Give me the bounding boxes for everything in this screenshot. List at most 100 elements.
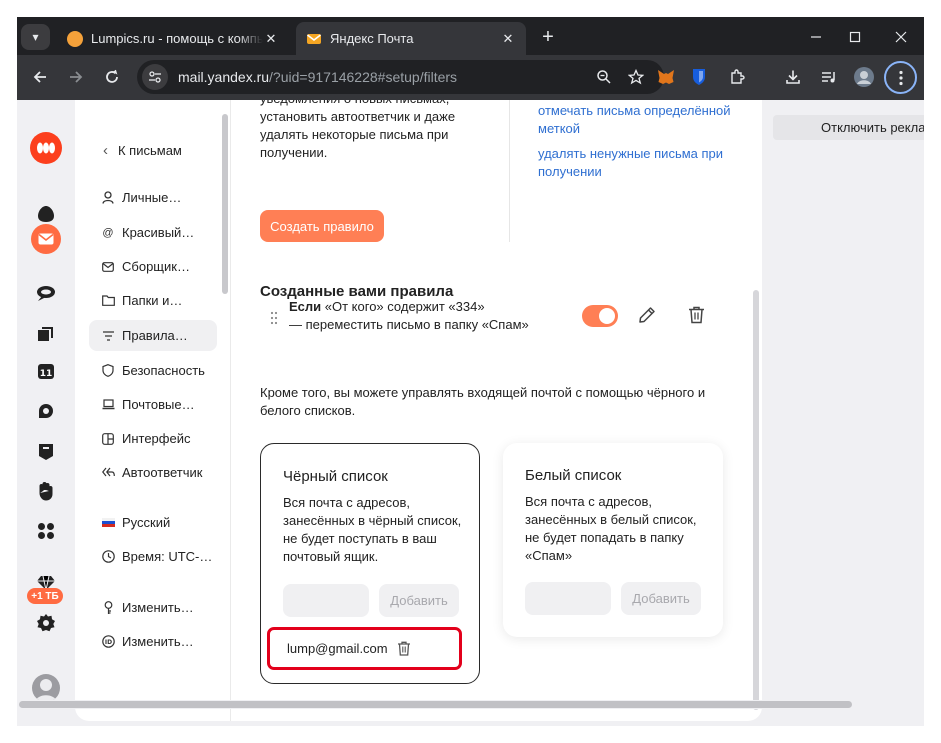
scrollbar-thumb[interactable] [19, 701, 852, 708]
tab-title: Lumpics.ru - помощь с компьютером [91, 31, 263, 46]
storage-badge[interactable]: +1 ТБ [27, 588, 63, 604]
nav-item-rules[interactable]: Правила… [89, 320, 217, 351]
blacklist-card: Чёрный список Вся почта с адресов, занес… [260, 443, 480, 684]
all-services-icon[interactable] [33, 518, 59, 544]
nav-item-change-id[interactable]: ID Изменить… [89, 626, 217, 657]
rule-action: — переместить письмо в папку «Спам» [289, 317, 529, 332]
url-path: /?uid=917146228#setup/filters [269, 69, 458, 85]
profile-avatar-icon[interactable] [852, 65, 876, 89]
whitelist-card: Белый список Вся почта с адресов, занесё… [503, 443, 723, 637]
close-window-icon[interactable] [887, 25, 915, 49]
nav-label: Автоответчик [122, 465, 203, 480]
id-icon: ID [101, 635, 115, 649]
whitelist-add-button[interactable]: Добавить [621, 582, 701, 615]
zoom-icon[interactable] [592, 65, 616, 89]
nav-label: Почтовые… [122, 397, 195, 412]
tab-search-button[interactable]: ▾ [21, 24, 50, 50]
link-delete-on-receive[interactable]: удалять ненужные письма при получении [538, 145, 738, 181]
nav-label: Сборщик… [122, 259, 190, 274]
yandex-mail-favicon-icon [306, 31, 322, 47]
chevron-down-icon: ▾ [32, 30, 39, 44]
nav-item-folders[interactable]: Папки и… [89, 285, 217, 316]
ad-column: Отключить реклам [773, 100, 924, 726]
nav-label: Правила… [122, 328, 188, 343]
nav-item-language[interactable]: Русский [89, 507, 217, 538]
nav-label: Интерфейс [122, 431, 191, 446]
new-tab-button[interactable]: + [536, 25, 560, 49]
url-text: mail.yandex.ru/?uid=917146228#setup/filt… [178, 69, 457, 85]
lumpics-favicon-icon [67, 30, 83, 47]
nav-item-timezone[interactable]: Время: UTC-… [89, 541, 217, 572]
reload-icon[interactable] [99, 64, 125, 90]
user-avatar[interactable] [32, 674, 60, 702]
tab-close-icon[interactable]: ✕ [500, 31, 516, 47]
nav-item-security[interactable]: Безопасность [89, 355, 217, 386]
settings-nav: ‹ К письмам Личные… @ Красивый… Сборщик… [75, 100, 231, 721]
browser-menu-icon[interactable] [884, 61, 917, 94]
tab-lumpics[interactable]: Lumpics.ru - помощь с компьютером ✕ [57, 22, 289, 55]
yandex-logo-icon[interactable] [30, 132, 62, 164]
rule-condition: «От кого» содержит «334» [321, 299, 485, 314]
back-to-mail-link[interactable]: ‹ К письмам [103, 142, 182, 159]
nav-item-personal[interactable]: Личные… [89, 182, 217, 213]
content-scrollbar[interactable] [753, 290, 759, 710]
disable-ads-button[interactable]: Отключить реклам [773, 115, 924, 140]
nav-label: Изменить… [122, 600, 194, 615]
shield-icon [101, 364, 115, 378]
layout-icon [101, 432, 115, 446]
blacklist-add-button[interactable]: Добавить [379, 584, 459, 617]
tab-yandex-mail[interactable]: Яндекс Почта ✕ [296, 22, 526, 55]
nav-label: Безопасность [122, 363, 205, 378]
rule-enabled-toggle[interactable] [582, 305, 618, 327]
mail-service-icon[interactable] [31, 224, 61, 254]
lists-description: Кроме того, вы можете управлять входящей… [260, 385, 706, 418]
disk-icon[interactable] [33, 320, 59, 346]
telemost-icon[interactable] [33, 398, 59, 424]
tab-close-icon[interactable]: ✕ [263, 31, 279, 47]
notes-icon[interactable] [33, 438, 59, 464]
nav-item-interface[interactable]: Интерфейс [89, 423, 217, 454]
forward-arrow-icon[interactable] [63, 64, 89, 90]
bitwarden-extension-icon[interactable] [687, 65, 711, 89]
nav-item-mail-programs[interactable]: Почтовые… [89, 389, 217, 420]
nav-item-change-password[interactable]: Изменить… [89, 592, 217, 623]
nav-label: Папки и… [122, 293, 183, 308]
blacklist-address-input[interactable] [283, 584, 369, 617]
media-control-icon[interactable] [817, 65, 841, 89]
metamask-extension-icon[interactable] [654, 65, 678, 89]
nav-label: Изменить… [122, 634, 194, 649]
site-info-icon[interactable] [142, 64, 168, 90]
blacklist-description: Вся почта с адресов, занесённых в чёрный… [283, 495, 462, 564]
whitelist-address-input[interactable] [525, 582, 611, 615]
forms-icon[interactable] [33, 478, 59, 504]
settings-panel: ‹ К письмам Личные… @ Красивый… Сборщик… [75, 100, 762, 721]
tab-title: Яндекс Почта [330, 31, 414, 46]
clock-icon [101, 550, 115, 564]
tab-strip: ▾ Lumpics.ru - помощь с компьютером ✕ Ян… [17, 17, 924, 55]
nav-item-collector[interactable]: Сборщик… [89, 251, 217, 282]
nav-scrollbar[interactable] [222, 114, 228, 294]
browser-toolbar: mail.yandex.ru/?uid=917146228#setup/filt… [17, 55, 924, 100]
create-rule-button[interactable]: Создать правило [260, 210, 384, 242]
maximize-icon[interactable] [841, 25, 869, 49]
settings-gear-icon[interactable] [33, 610, 59, 636]
download-icon[interactable] [781, 65, 805, 89]
extensions-puzzle-icon[interactable] [725, 65, 749, 89]
link-mark-with-label[interactable]: отмечать письма определённой меткой [538, 102, 738, 138]
bookmark-star-icon[interactable] [624, 65, 648, 89]
delete-rule-trash-icon[interactable] [684, 303, 708, 327]
rules-content: уведомления о новых письмах, установить … [232, 100, 762, 721]
nav-item-autoreply[interactable]: Автоответчик [89, 457, 217, 488]
trash-icon[interactable] [396, 640, 412, 657]
back-arrow-icon[interactable] [27, 64, 53, 90]
nav-item-beautiful-address[interactable]: @ Красивый… [89, 217, 217, 248]
messenger-icon[interactable] [33, 280, 59, 306]
drag-handle-icon[interactable] [270, 311, 278, 325]
edit-rule-pencil-icon[interactable] [635, 303, 659, 327]
address-bar[interactable]: mail.yandex.ru/?uid=917146228#setup/filt… [137, 60, 664, 94]
minimize-icon[interactable] [802, 25, 830, 49]
nav-label: Русский [122, 515, 171, 530]
rule-description[interactable]: Если «От кого» содержит «334» — перемест… [289, 298, 549, 334]
horizontal-scrollbar[interactable] [17, 700, 924, 709]
calendar-icon[interactable]: 11 [33, 358, 59, 384]
